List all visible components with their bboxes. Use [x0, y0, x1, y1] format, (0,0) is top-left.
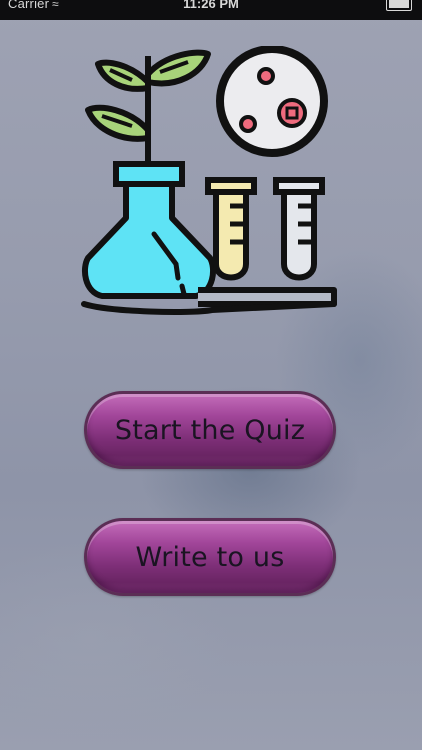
test-tube-left-icon: [205, 177, 257, 281]
plant-leaves-icon: [85, 49, 211, 166]
start-quiz-button[interactable]: Start the Quiz: [84, 391, 336, 469]
test-tube-right-icon: [273, 177, 325, 281]
status-bar: Carrier ≈ 11:26 PM: [0, 0, 422, 20]
battery-icon: [386, 0, 412, 11]
science-lab-icon: [81, 46, 337, 315]
status-time: 11:26 PM: [183, 0, 239, 11]
write-to-us-button[interactable]: Write to us: [84, 518, 336, 596]
petri-dish-icon: [216, 46, 328, 157]
flask-icon: [82, 161, 216, 299]
write-to-us-label: Write to us: [135, 541, 285, 573]
start-quiz-label: Start the Quiz: [114, 414, 306, 446]
